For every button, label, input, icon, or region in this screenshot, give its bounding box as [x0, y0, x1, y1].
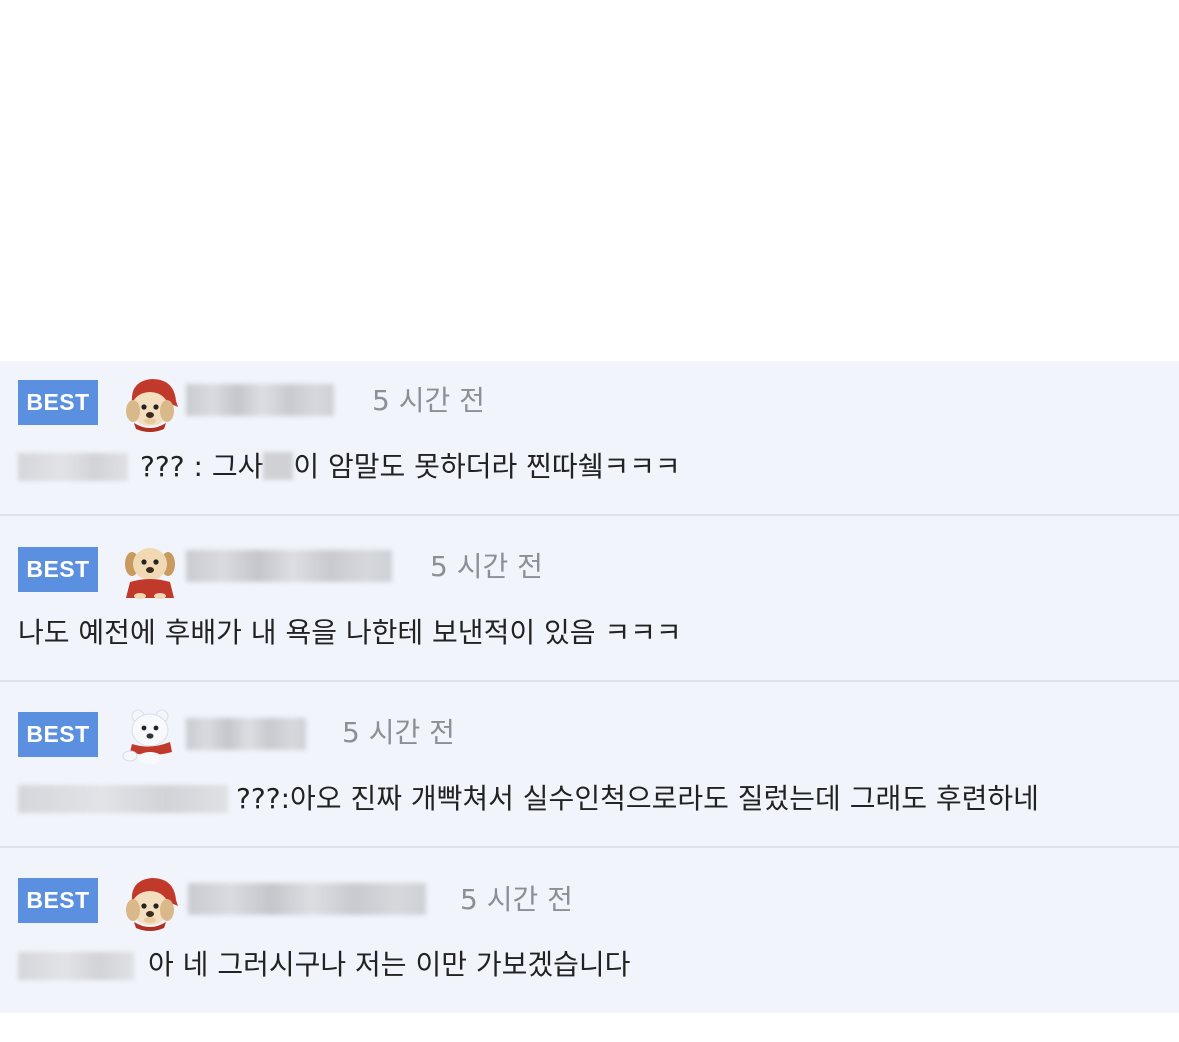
- comment-text: 아 네 그러시구나 저는 이만 가보겠습니다: [148, 948, 631, 981]
- comment-item: BEST 5 시간 전 ??? : 그사 이 암말도 못하더라 찐따쉨ㅋㅋㅋ: [0, 361, 1179, 516]
- best-badge: BEST: [18, 712, 98, 757]
- puppy-red-hood-icon[interactable]: [120, 373, 180, 433]
- best-badge: BEST: [18, 878, 98, 923]
- comment-time: 5 시간 전: [342, 716, 455, 749]
- comment-text: 나도 예전에 후배가 내 욕을 나한테 보낸적이 있음 ㅋㅋㅋ: [18, 616, 682, 649]
- blurred-text: [18, 453, 128, 481]
- comment-item: BEST 5 시간 전 ???:아오 진짜 개빡쳐서 실수인척으로라도 질렀는데…: [0, 682, 1179, 848]
- comment-item: BEST 5 시간 전 나도 예전에 후배가 내 욕을 나한테 보낸적이 있음 …: [0, 516, 1179, 682]
- best-badge: BEST: [18, 380, 98, 425]
- blurred-text: [18, 952, 134, 980]
- comment-text: ???:아오 진짜 개빡쳐서 실수인척으로라도 질렀는데 그래도 후련하네: [236, 782, 1039, 815]
- best-badge: BEST: [18, 547, 98, 592]
- username[interactable]: [188, 883, 426, 915]
- comment-text-part: ??? : 그사: [140, 450, 264, 483]
- blurred-text: [263, 452, 294, 480]
- comment-time: 5 시간 전: [460, 883, 573, 916]
- comment-text: ??? : 그사 이 암말도 못하더라 찐따쉨ㅋㅋㅋ: [140, 450, 681, 484]
- comment-text-part: 이 암말도 못하더라 찐따쉨ㅋㅋㅋ: [293, 450, 681, 483]
- blurred-text: [18, 785, 228, 813]
- polar-bear-icon[interactable]: [120, 706, 180, 766]
- username[interactable]: [186, 550, 392, 582]
- comment-list: BEST 5 시간 전 ??? : 그사 이 암말도 못하더라 찐따쉨ㅋㅋㅋ BE…: [0, 361, 1179, 1013]
- puppy-red-hood-icon[interactable]: [120, 872, 180, 932]
- comment-item: BEST 5 시간 전 아 네 그러시구나 저는 이만 가보겠습니다: [0, 848, 1179, 1013]
- puppy-red-scarf-icon[interactable]: [120, 540, 180, 600]
- comment-time: 5 시간 전: [372, 384, 485, 417]
- username[interactable]: [186, 718, 306, 750]
- comment-time: 5 시간 전: [430, 550, 543, 583]
- username[interactable]: [186, 384, 334, 416]
